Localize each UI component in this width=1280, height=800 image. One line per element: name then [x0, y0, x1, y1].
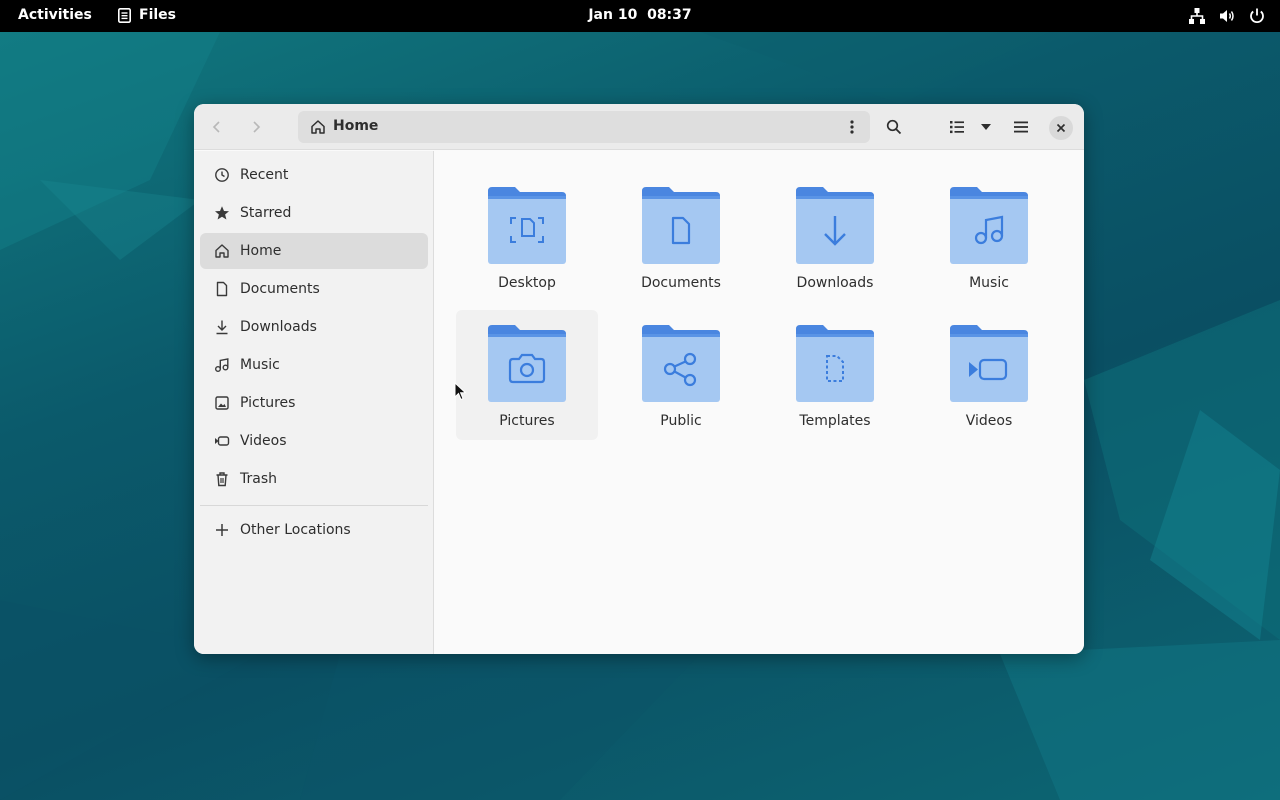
folder-desktop-icon [488, 187, 566, 264]
list-view-icon [950, 121, 964, 134]
main-menu-button[interactable] [1010, 116, 1032, 138]
path-bar[interactable]: Home [298, 111, 870, 143]
hamburger-menu-icon [1014, 121, 1028, 133]
folder-public-icon [642, 325, 720, 402]
download-icon [216, 320, 228, 335]
forward-button[interactable] [245, 116, 267, 138]
search-button[interactable] [883, 116, 905, 138]
folder-documents[interactable]: Documents [610, 172, 752, 302]
view-options-button[interactable] [975, 116, 997, 138]
folder-pictures[interactable]: Pictures [456, 310, 598, 440]
folder-music-icon [950, 187, 1028, 264]
folder-label: Desktop [498, 275, 556, 291]
more-vertical-icon[interactable] [844, 119, 860, 135]
sidebar-item-documents[interactable]: Documents [200, 271, 428, 307]
trash-icon [216, 472, 228, 487]
top-bar: Activities Files Jan 10 08:37 [0, 0, 1280, 32]
folder-label: Music [969, 275, 1009, 291]
folder-templates-icon [796, 325, 874, 402]
sidebar-item-label: Videos [240, 433, 287, 449]
star-icon [215, 206, 229, 220]
folder-templates[interactable]: Templates [764, 310, 906, 440]
sidebar-item-music[interactable]: Music [200, 347, 428, 383]
sidebar-item-label: Downloads [240, 319, 317, 335]
sidebar-item-recent[interactable]: Recent [200, 157, 428, 193]
sidebar-item-label: Recent [240, 167, 289, 183]
sidebar-item-pictures[interactable]: Pictures [200, 385, 428, 421]
sidebar-divider [200, 505, 428, 506]
plus-icon [216, 524, 228, 536]
folder-label: Documents [641, 275, 721, 291]
folder-music[interactable]: Music [918, 172, 1060, 302]
path-label[interactable]: Home [333, 118, 378, 134]
sidebar-item-label: Starred [240, 205, 292, 221]
chevron-right-icon [253, 121, 261, 133]
folder-documents-icon [642, 187, 720, 264]
sidebar-item-label: Documents [240, 281, 320, 297]
picture-icon [215, 396, 229, 410]
music-icon [215, 358, 229, 372]
sidebar-item-videos[interactable]: Videos [200, 423, 428, 459]
clock: Jan 10 08:37 [0, 7, 1280, 23]
sidebar-item-trash[interactable]: Trash [200, 461, 428, 497]
folder-downloads[interactable]: Downloads [764, 172, 906, 302]
sidebar-item-label: Pictures [240, 395, 296, 411]
document-icon [216, 281, 228, 297]
folder-desktop[interactable]: Desktop [456, 172, 598, 302]
folder-videos-icon [950, 325, 1028, 402]
folder-label: Public [660, 413, 702, 429]
clock-label[interactable]: Jan 10 08:37 [588, 7, 691, 23]
close-button[interactable] [1049, 116, 1073, 140]
sidebar-item-label: Music [240, 357, 280, 373]
folder-label: Templates [799, 413, 871, 429]
sidebar-item-other-locations[interactable]: Other Locations [200, 512, 428, 548]
sidebar-item-starred[interactable]: Starred [200, 195, 428, 231]
power-icon[interactable] [1248, 7, 1266, 25]
close-icon [1056, 123, 1066, 133]
folder-public[interactable]: Public [610, 310, 752, 440]
header-bar: Home [194, 104, 1084, 150]
network-icon[interactable] [1188, 7, 1206, 25]
folder-label: Downloads [796, 275, 874, 291]
folder-videos[interactable]: Videos [918, 310, 1060, 440]
home-icon [311, 120, 325, 134]
sidebar-item-downloads[interactable]: Downloads [200, 309, 428, 345]
sidebar-item-label: Trash [240, 471, 277, 487]
video-icon [215, 436, 230, 446]
dropdown-arrow-icon [981, 124, 991, 130]
files-window: Home Recent Starred Home Documents Downl… [194, 104, 1084, 654]
folder-pictures-icon [488, 325, 566, 402]
sidebar: Recent Starred Home Documents Downloads [194, 151, 434, 654]
file-grid: Desktop Documents Downloads Music Pictur… [435, 151, 1084, 654]
folder-label: Pictures [499, 413, 555, 429]
search-icon [886, 119, 902, 135]
mouse-cursor-icon [454, 382, 467, 401]
folder-label: Videos [965, 413, 1013, 429]
chevron-left-icon [212, 121, 220, 133]
sidebar-item-home[interactable]: Home [200, 233, 428, 269]
folder-downloads-icon [796, 187, 874, 264]
system-tray[interactable] [1188, 7, 1266, 25]
list-view-button[interactable] [946, 116, 968, 138]
home-icon [215, 244, 229, 258]
sidebar-item-label: Other Locations [240, 522, 351, 538]
clock-icon [215, 168, 229, 182]
sidebar-item-label: Home [240, 243, 282, 259]
back-button[interactable] [206, 116, 228, 138]
volume-icon[interactable] [1218, 7, 1236, 25]
